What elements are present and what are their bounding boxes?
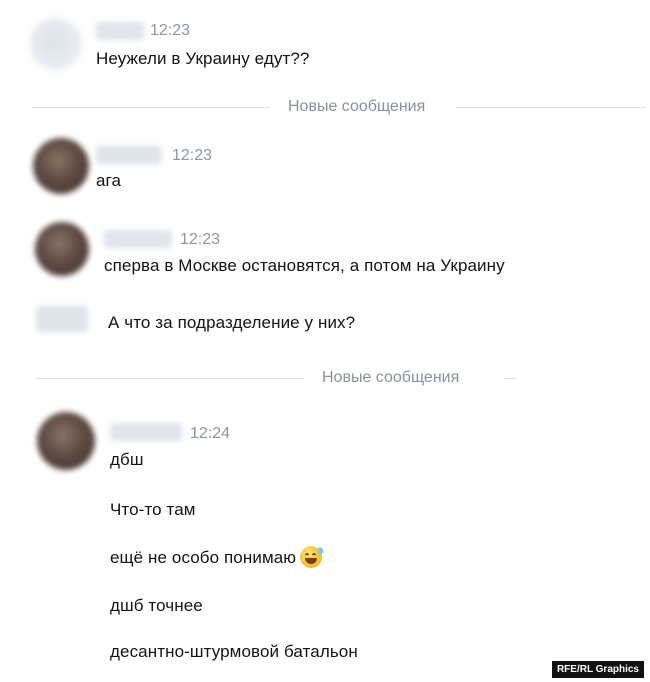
credit-badge: RFE/RL Graphics [551, 661, 644, 678]
divider-line [456, 107, 646, 108]
message-text: ещё не особо понимаю [110, 548, 297, 567]
divider-line [36, 378, 304, 379]
grinning-sweat-emoji-icon [300, 546, 325, 568]
avatar[interactable] [35, 222, 89, 276]
message-time: 12:24 [190, 425, 231, 442]
message-time: 12:23 [172, 147, 213, 164]
message-with-emoji: ещё не особо понимаю [110, 546, 325, 568]
message-text: Неужели в Украину едут?? [96, 49, 310, 68]
avatar[interactable] [33, 138, 89, 194]
sender-name-redacted[interactable] [96, 146, 162, 164]
avatar[interactable] [30, 18, 82, 70]
message-text: А что за подразделение у них? [108, 313, 356, 332]
message-text: ага [96, 171, 122, 190]
sender-name-redacted[interactable] [104, 230, 172, 248]
message-text: Что-то там [110, 500, 196, 519]
message-text: сперва в Москве остановятся, а потом на … [104, 256, 505, 275]
divider-line [32, 107, 270, 108]
avatar[interactable] [37, 412, 95, 470]
message-time: 12:23 [180, 231, 221, 248]
avatar-redacted [36, 306, 88, 332]
sender-name-redacted[interactable] [96, 22, 144, 40]
message-text: десантно-штурмовой батальон [110, 642, 358, 661]
new-messages-divider: Новые сообщения [322, 369, 460, 386]
message-text: дбш [110, 450, 144, 469]
message-text: дшб точнее [110, 596, 203, 615]
message-time: 12:23 [150, 22, 191, 39]
sender-name-redacted[interactable] [110, 423, 182, 441]
new-messages-divider: Новые сообщения [288, 98, 426, 115]
divider-line [504, 378, 516, 379]
